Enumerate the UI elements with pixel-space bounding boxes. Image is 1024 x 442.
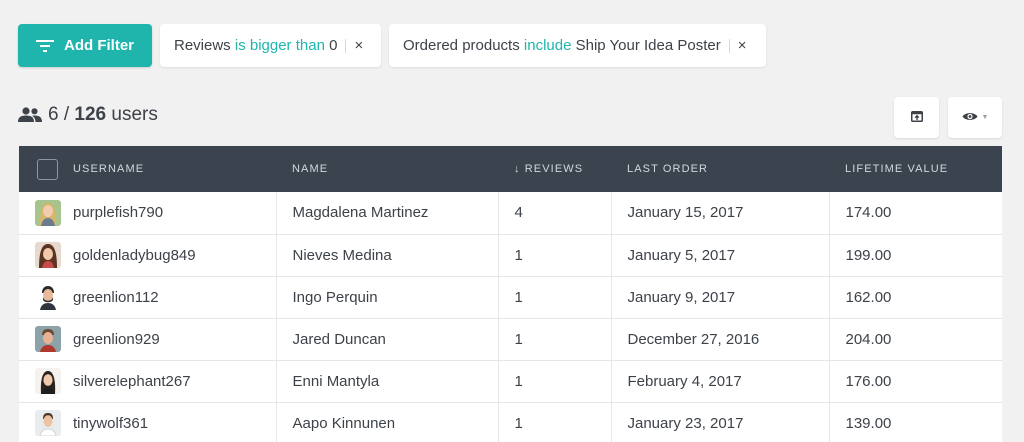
lifetime-value: 204.00 bbox=[845, 330, 892, 348]
users-table: USERNAME NAME ↓ REVIEWS LAST ORDER LIFET… bbox=[19, 146, 1002, 442]
column-visibility-button[interactable]: ▼ bbox=[948, 97, 1002, 138]
column-header-lifetime-value[interactable]: LIFETIME VALUE bbox=[829, 146, 1002, 192]
results-count: 6 / 126 users bbox=[48, 104, 158, 126]
last-order-date: January 9, 2017 bbox=[611, 276, 830, 318]
table-header-row: USERNAME NAME ↓ REVIEWS LAST ORDER LIFET… bbox=[19, 146, 1002, 192]
last-order-date: January 23, 2017 bbox=[611, 402, 830, 442]
filter-bar: Add Filter Reviews is bigger than 0 × Or… bbox=[18, 24, 766, 67]
username[interactable]: greenlion112 bbox=[73, 289, 159, 306]
lifetime-value: 162.00 bbox=[845, 288, 892, 306]
full-name: Nieves Medina bbox=[276, 234, 499, 276]
username[interactable]: silverelephant267 bbox=[73, 373, 191, 390]
username[interactable]: tinywolf361 bbox=[73, 415, 148, 432]
add-filter-button[interactable]: Add Filter bbox=[18, 24, 152, 67]
export-button[interactable] bbox=[894, 97, 939, 138]
column-header-username[interactable]: USERNAME bbox=[19, 146, 276, 192]
users-icon bbox=[18, 107, 42, 123]
filter-chip-ordered-products[interactable]: Ordered products include Ship Your Idea … bbox=[389, 24, 766, 67]
chevron-down-icon: ▼ bbox=[981, 114, 989, 121]
full-name: Ingo Perquin bbox=[276, 276, 499, 318]
table-row[interactable]: greenlion112 Ingo Perquin 1 January 9, 2… bbox=[19, 276, 1002, 318]
lifetime-value: 174.00 bbox=[845, 204, 892, 222]
avatar bbox=[35, 199, 61, 226]
results-summary: 6 / 126 users bbox=[18, 104, 158, 126]
lifetime-value: 176.00 bbox=[845, 372, 892, 390]
close-icon[interactable]: × bbox=[738, 38, 747, 53]
filter-chip-value: 0 bbox=[329, 37, 338, 54]
last-order-date: January 5, 2017 bbox=[611, 234, 830, 276]
avatar bbox=[35, 242, 61, 268]
reviews-count: 1 bbox=[498, 276, 612, 318]
table-row[interactable]: tinywolf361 Aapo Kinnunen 1 January 23, … bbox=[19, 402, 1002, 442]
filter-chip-operator: include bbox=[523, 37, 572, 54]
filter-icon bbox=[36, 39, 54, 53]
column-header-name[interactable]: NAME bbox=[276, 146, 498, 192]
column-header-reviews[interactable]: ↓ REVIEWS bbox=[498, 146, 611, 192]
avatar bbox=[35, 410, 61, 436]
full-name: Magdalena Martinez bbox=[276, 192, 499, 234]
chip-divider bbox=[345, 38, 347, 53]
table-row[interactable]: purplefish790 Magdalena Martinez 4 Janua… bbox=[19, 192, 1002, 234]
last-order-date: February 4, 2017 bbox=[611, 360, 830, 402]
avatar bbox=[35, 326, 61, 352]
username[interactable]: purplefish790 bbox=[73, 204, 163, 221]
reviews-count: 1 bbox=[498, 318, 612, 360]
chip-divider bbox=[728, 38, 730, 53]
table-row[interactable]: greenlion929 Jared Duncan 1 December 27,… bbox=[19, 318, 1002, 360]
table-row[interactable]: silverelephant267 Enni Mantyla 1 Februar… bbox=[19, 360, 1002, 402]
eye-icon bbox=[962, 109, 978, 127]
full-name: Enni Mantyla bbox=[276, 360, 499, 402]
last-order-date: January 15, 2017 bbox=[611, 192, 830, 234]
total-count: 126 bbox=[74, 104, 107, 125]
export-icon bbox=[910, 109, 923, 127]
username[interactable]: greenlion929 bbox=[73, 331, 160, 348]
select-all-checkbox[interactable] bbox=[37, 158, 58, 180]
reviews-count: 1 bbox=[498, 234, 612, 276]
lifetime-value: 139.00 bbox=[845, 414, 892, 432]
avatar bbox=[35, 284, 61, 310]
column-header-last-order[interactable]: LAST ORDER bbox=[611, 146, 829, 192]
full-name: Jared Duncan bbox=[276, 318, 499, 360]
reviews-count: 4 bbox=[498, 192, 612, 234]
filter-chip-reviews[interactable]: Reviews is bigger than 0 × bbox=[160, 24, 381, 67]
filter-chip-operator: is bigger than bbox=[234, 37, 325, 54]
filter-chip-field: Ordered products bbox=[403, 37, 520, 54]
count-unit: users bbox=[106, 104, 158, 125]
add-filter-label: Add Filter bbox=[64, 37, 134, 54]
last-order-date: December 27, 2016 bbox=[611, 318, 830, 360]
reviews-count: 1 bbox=[498, 402, 612, 442]
full-name: Aapo Kinnunen bbox=[276, 402, 499, 442]
filter-chip-value: Ship Your Idea Poster bbox=[575, 37, 721, 54]
username[interactable]: goldenladybug849 bbox=[73, 247, 196, 264]
reviews-count: 1 bbox=[498, 360, 612, 402]
close-icon[interactable]: × bbox=[354, 38, 363, 53]
table-row[interactable]: goldenladybug849 Nieves Medina 1 January… bbox=[19, 234, 1002, 276]
shown-count: 6 / bbox=[48, 104, 75, 125]
filter-chip-field: Reviews bbox=[174, 37, 231, 54]
lifetime-value: 199.00 bbox=[845, 246, 892, 264]
avatar bbox=[35, 368, 61, 394]
